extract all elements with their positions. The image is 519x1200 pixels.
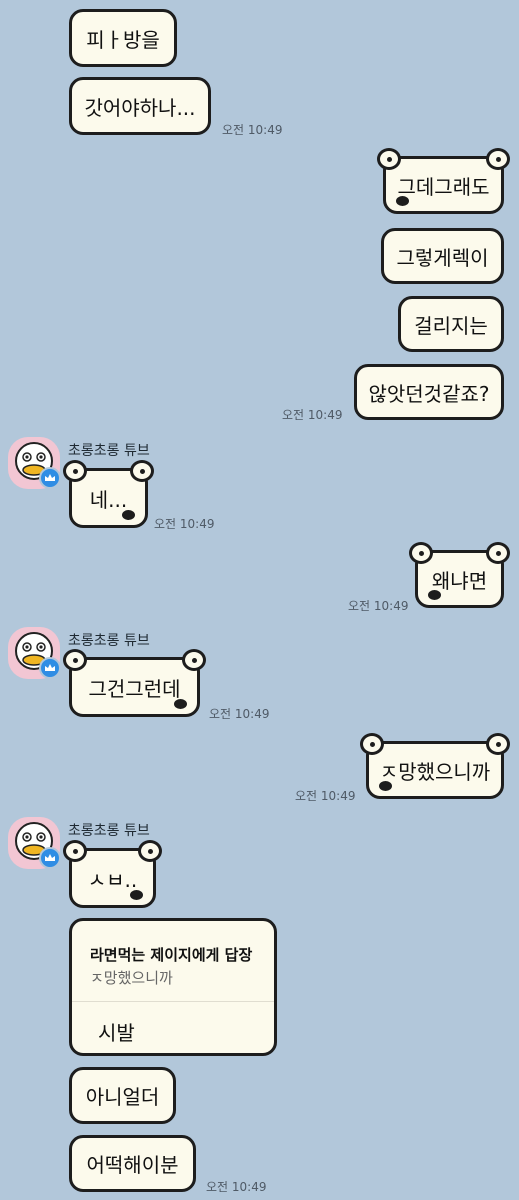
message-text: 네... [89, 487, 128, 512]
message-bubble[interactable]: ㅈ망했으니까 [360, 733, 510, 799]
message-bubble[interactable]: 그데그래도 [377, 148, 510, 214]
message-bubble[interactable]: 피ㅏ방을 [69, 9, 177, 67]
message-text: 않앗던것같죠? [368, 381, 490, 406]
message-bubble[interactable]: 않앗던것같죠? [354, 364, 504, 420]
message-text: 왜냐면 [431, 568, 488, 593]
timestamp: 오전 10:49 [154, 517, 215, 531]
reply-message[interactable]: 라면먹는 제이지에게 답장 ㅈ망했으니까 시발 [69, 918, 277, 1056]
message-bubble[interactable]: 왜냐면 [409, 542, 510, 608]
bubble-nose [174, 699, 187, 709]
message-text: 그데그래도 [397, 174, 490, 199]
message-bubble[interactable]: 네... [63, 460, 154, 528]
crown-badge [39, 467, 61, 489]
message-text: 아니얼더 [85, 1085, 160, 1109]
bubble-nose [396, 196, 409, 206]
timestamp: 오전 10:49 [282, 408, 343, 422]
reply-quote[interactable]: ㅈ망했으니까 [90, 967, 173, 988]
crown-icon [45, 474, 55, 481]
message-text: 걸리지는 [414, 313, 488, 338]
bubble-nose [428, 590, 441, 600]
reply-header: 라면먹는 제이지에게 답장 [90, 946, 253, 964]
bubble-ear [377, 148, 401, 170]
timestamp: 오전 10:49 [222, 123, 283, 137]
timestamp: 오전 10:49 [295, 789, 356, 803]
bubble-nose [130, 890, 143, 900]
message-text: 갓어야하나... [84, 95, 196, 120]
bubble-ear [138, 840, 162, 862]
message-bubble[interactable]: 갓어야하나... [69, 77, 211, 135]
message-bubble[interactable]: ㅅㅂ.. [63, 840, 162, 908]
bubble-ear [63, 649, 87, 671]
crown-icon [45, 664, 55, 671]
sender-name: 초롱초롱 튜브 [68, 823, 150, 839]
crown-badge [39, 847, 61, 869]
message-bubble[interactable]: 걸리지는 [398, 296, 504, 352]
message-text: 그건그런데 [88, 676, 181, 701]
bubble-ear [360, 733, 384, 755]
message-bubble[interactable]: 그렇게렉이 [381, 228, 504, 284]
sender-name: 초롱초롱 튜브 [68, 633, 150, 649]
sender-name: 초롱초롱 튜브 [68, 443, 150, 459]
reply-text: 시발 [98, 1021, 135, 1045]
timestamp: 오전 10:49 [206, 1180, 267, 1194]
bubble-ear [63, 460, 87, 482]
message-text: 그렇게렉이 [396, 245, 489, 270]
message-bubble[interactable]: 어떡해이분 [69, 1135, 196, 1192]
bubble-ear [486, 542, 510, 564]
message-text: ㅈ망했으니까 [379, 759, 491, 784]
bubble-ear [130, 460, 154, 482]
reply-divider [72, 1001, 274, 1002]
bubble-nose [122, 510, 135, 520]
bubble-ear [409, 542, 433, 564]
timestamp: 오전 10:49 [348, 599, 409, 613]
crown-icon [45, 854, 55, 861]
bubble-ear [486, 733, 510, 755]
bubble-ear [63, 840, 87, 862]
timestamp: 오전 10:49 [209, 707, 270, 721]
message-bubble[interactable]: 아니얼더 [69, 1067, 176, 1124]
message-text: 어떡해이분 [86, 1153, 179, 1177]
message-text: ㅅㅂ.. [87, 867, 138, 892]
bubble-nose [379, 781, 392, 791]
bubble-ear [486, 148, 510, 170]
message-text: 피ㅏ방을 [86, 27, 160, 52]
message-bubble[interactable]: 그건그런데 [63, 649, 206, 717]
crown-badge [39, 657, 61, 679]
bubble-ear [182, 649, 206, 671]
